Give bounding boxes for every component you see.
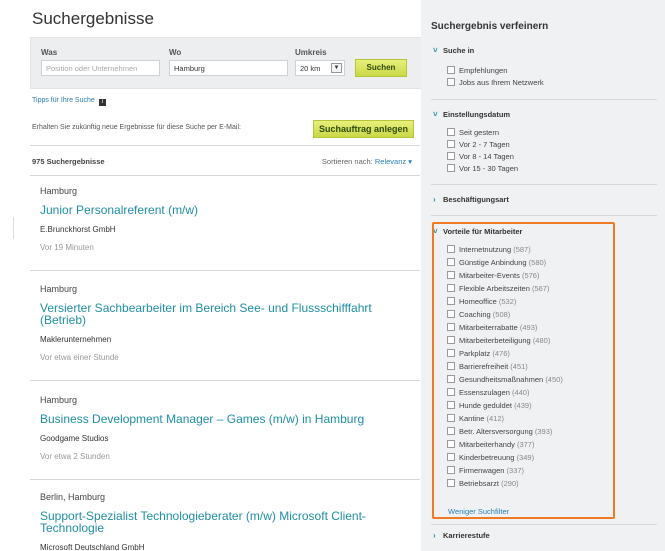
tips-link[interactable]: Tipps für Ihre Suche i	[32, 97, 106, 106]
section-label: Einstellungsdatum	[443, 110, 511, 119]
filter-checkbox[interactable]: Vor 8 - 14 Tagen	[447, 152, 514, 161]
chevron-down-icon[interactable]: ▾	[406, 157, 412, 166]
info-icon: i	[98, 99, 106, 106]
chevron-right-icon: ›	[433, 195, 436, 204]
sidebar-title: Suchergebnis verfeinern	[431, 21, 549, 32]
was-label: Was	[41, 48, 58, 57]
filter-checkbox[interactable]: Vor 15 - 30 Tagen	[447, 164, 518, 173]
chevron-down-icon: ˅	[433, 110, 438, 119]
checkbox[interactable]	[447, 128, 455, 136]
job-location: Berlin, Hamburg	[40, 492, 106, 502]
divider	[431, 184, 657, 185]
left-edge	[0, 0, 21, 551]
alert-text: Erhalten Sie zukünftig neue Ergebnisse f…	[32, 124, 241, 131]
chevron-right-icon: ›	[433, 531, 436, 540]
section-karrierestufe[interactable]: › Karrierestufe	[433, 531, 490, 540]
filter-label: Vor 15 - 30 Tagen	[459, 164, 519, 173]
section-beschaeftigungsart[interactable]: › Beschäftigungsart	[433, 195, 509, 204]
create-alert-button[interactable]: Suchauftrag anlegen	[313, 120, 414, 138]
umkreis-select[interactable]: 20 km ▼	[295, 60, 345, 76]
divider	[30, 479, 420, 480]
job-company: Maklerunternehmen	[40, 335, 112, 344]
job-time: Vor etwa 2 Stunden	[40, 452, 110, 461]
checkbox[interactable]	[447, 152, 455, 160]
job-company: Microsoft Deutschland GmbH	[40, 543, 145, 551]
was-input[interactable]: Position oder Unternehmen	[41, 60, 160, 76]
divider	[30, 380, 420, 381]
filter-label: Vor 2 - 7 Tagen	[459, 140, 510, 149]
sort-control[interactable]: Sortieren nach: Relevanz ▾	[322, 157, 412, 166]
umkreis-value: 20 km	[300, 64, 321, 73]
search-button[interactable]: Suchen	[355, 59, 407, 77]
result-count: 975 Suchergebnisse	[32, 157, 105, 166]
page-title: Suchergebnisse	[32, 9, 154, 28]
job-time: Vor 19 Minuten	[40, 243, 94, 252]
checkbox[interactable]	[447, 164, 455, 172]
section-einstellungsdatum[interactable]: ˅ Einstellungsdatum	[433, 110, 510, 119]
wo-input[interactable]: Hamburg	[169, 60, 288, 76]
filter-label: Vor 8 - 14 Tagen	[459, 152, 514, 161]
sort-value[interactable]: Relevanz	[375, 157, 406, 166]
chevron-down-icon[interactable]: ▼	[331, 63, 342, 73]
filter-checkbox[interactable]: Vor 2 - 7 Tagen	[447, 140, 510, 149]
divider	[431, 99, 657, 100]
filter-checkbox[interactable]: Seit gestern	[447, 128, 499, 137]
chevron-down-icon: ˅	[433, 46, 438, 55]
job-location: Hamburg	[40, 186, 78, 196]
checkbox[interactable]	[447, 140, 455, 148]
job-title-link[interactable]: Junior Personalreferent (m/w)	[40, 204, 400, 216]
divider	[431, 524, 657, 525]
filter-label: Empfehlungen	[459, 66, 508, 75]
section-label: Suche in	[443, 46, 475, 55]
job-title-link[interactable]: Support-Spezialist Technologieberater (m…	[40, 510, 390, 534]
job-location: Hamburg	[40, 395, 78, 405]
job-title-link[interactable]: Versierter Sachbearbeiter im Bereich See…	[40, 302, 390, 326]
job-item[interactable]: Hamburg Versierter Sachbearbeiter im Ber…	[40, 284, 390, 362]
section-suche-in[interactable]: ˅ Suche in	[433, 46, 474, 55]
results-column: Suchergebnisse Was Position oder Unterne…	[21, 0, 431, 551]
section-label: Karrierestufe	[443, 531, 490, 540]
job-item[interactable]: Hamburg Junior Personalreferent (m/w) E.…	[40, 186, 400, 252]
umkreis-label: Umkreis	[295, 48, 327, 57]
job-company: Goodgame Studios	[40, 434, 109, 443]
job-item[interactable]: Hamburg Business Development Manager – G…	[40, 395, 410, 461]
highlight-box	[432, 222, 615, 519]
wo-label: Wo	[169, 48, 182, 57]
filter-checkbox[interactable]: Empfehlungen	[447, 66, 507, 75]
job-location: Hamburg	[40, 284, 78, 294]
job-company: E.Brunckhorst GmbH	[40, 225, 116, 234]
checkbox[interactable]	[447, 66, 455, 74]
tips-label: Tipps für Ihre Suche	[32, 97, 95, 104]
filter-label: Seit gestern	[459, 128, 500, 137]
job-time: Vor etwa einer Stunde	[40, 353, 119, 362]
divider	[30, 175, 420, 176]
filter-label: Jobs aus Ihrem Netzwerk	[459, 78, 544, 87]
divider	[431, 215, 657, 216]
job-item[interactable]: Berlin, Hamburg Support-Spezialist Techn…	[40, 492, 390, 551]
job-title-link[interactable]: Business Development Manager – Games (m/…	[40, 413, 410, 425]
sort-label: Sortieren nach:	[321, 157, 373, 166]
section-label: Beschäftigungsart	[443, 195, 509, 204]
result-count-row: 975 Suchergebnisse Sortieren nach: Relev…	[32, 157, 412, 166]
search-box: Was Position oder Unternehmen Wo Hamburg…	[30, 37, 431, 89]
filter-checkbox[interactable]: Jobs aus Ihrem Netzwerk	[447, 78, 544, 87]
divider	[30, 145, 420, 146]
divider	[30, 270, 420, 271]
checkbox[interactable]	[447, 78, 455, 86]
edge-tab	[13, 217, 14, 239]
